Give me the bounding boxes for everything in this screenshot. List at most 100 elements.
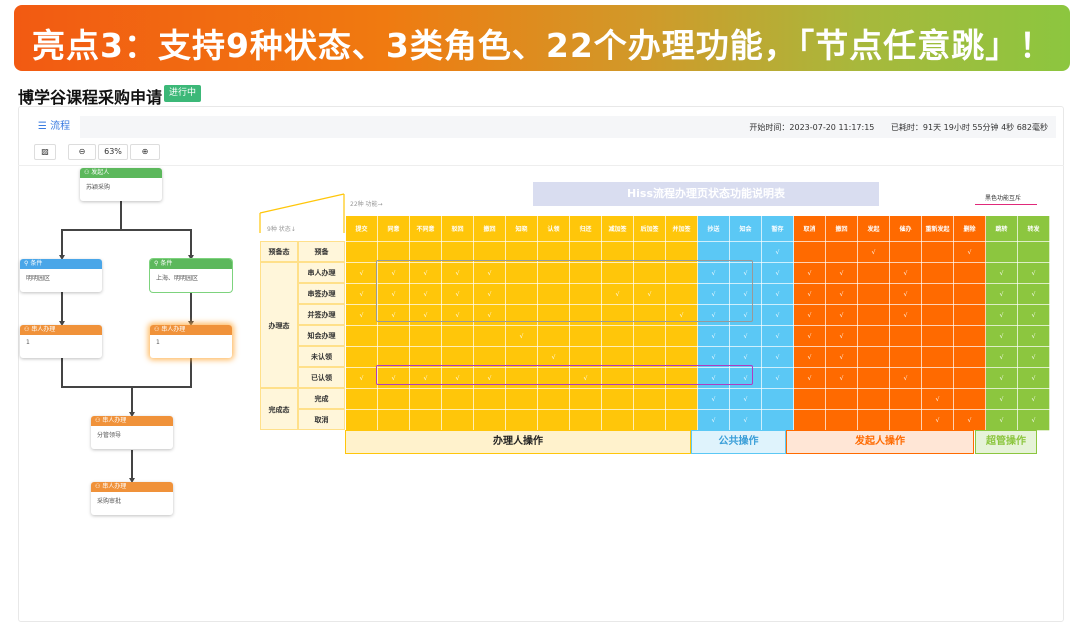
matrix-cell <box>633 325 666 347</box>
flow-node-condition[interactable]: ⚲ 条件 上海、明明园区 <box>150 259 232 292</box>
column-header: 归还 <box>569 215 602 242</box>
matrix-cell: √ <box>985 367 1018 389</box>
matrix-cell <box>953 346 986 368</box>
matrix-cell <box>857 346 890 368</box>
matrix-cell <box>601 409 634 431</box>
matrix-cell <box>985 241 1018 263</box>
column-header: 知晓 <box>505 215 538 242</box>
flow-line <box>61 229 192 231</box>
matrix-cell: √ <box>825 304 858 326</box>
matrix-cell <box>793 241 826 263</box>
matrix-cell <box>569 409 602 431</box>
matrix-cell: √ <box>985 346 1018 368</box>
matrix-cell <box>569 388 602 410</box>
matrix-cell: √ <box>953 409 986 431</box>
tab-flow[interactable]: ☰ 流程 <box>28 116 80 138</box>
matrix-cell: √ <box>985 325 1018 347</box>
row-label: 预备 <box>298 241 345 262</box>
column-header: 并加签 <box>665 215 698 242</box>
column-header: 删除 <box>953 215 986 242</box>
node-body: 1 <box>156 339 160 346</box>
matrix-cell <box>953 367 986 389</box>
flow-line <box>61 229 63 257</box>
matrix-title: Hiss流程办理页状态功能说明表 <box>533 182 879 206</box>
matrix-cell <box>441 325 474 347</box>
flow-node-task[interactable]: ⚇ 串人办理 分管领导 <box>91 416 173 449</box>
zoom-in-icon[interactable]: ⊕ <box>130 144 160 160</box>
matrix-cell: √ <box>793 304 826 326</box>
matrix-cell <box>857 304 890 326</box>
flow-line <box>190 292 192 323</box>
matrix-cell <box>537 325 570 347</box>
status-badge: 进行中 <box>164 85 202 102</box>
column-header: 不同意 <box>409 215 442 242</box>
zoom-out-icon[interactable]: ⊖ <box>68 144 96 160</box>
matrix-cell: √ <box>985 283 1018 305</box>
flow-line <box>190 358 192 388</box>
flow-node-task[interactable]: ⚇ 串人办理 1 <box>20 325 102 358</box>
matrix-cell <box>953 283 986 305</box>
matrix-cell <box>473 409 506 431</box>
row-label: 未认领 <box>298 346 345 367</box>
flow-node-condition[interactable]: ⚲ 条件 明明园区 <box>20 259 102 292</box>
matrix-cell <box>441 409 474 431</box>
elapsed-value: 91天 19小时 55分钟 4秒 682毫秒 <box>922 123 1048 132</box>
page-title: 博学谷课程采购申请 <box>18 88 163 107</box>
matrix-cell: √ <box>825 325 858 347</box>
node-body: 上海、明明园区 <box>156 275 199 282</box>
matrix-cell: √ <box>825 283 858 305</box>
time-info: 开始时间：2023-07-20 11:17:15 已耗时：91天 19小时 55… <box>735 122 1048 133</box>
matrix-cell <box>473 388 506 410</box>
matrix-cell: √ <box>729 409 762 431</box>
flow-line <box>61 292 63 323</box>
matrix-cell: √ <box>1017 283 1050 305</box>
matrix-cell <box>441 388 474 410</box>
matrix-cell <box>825 241 858 263</box>
flow-node-task[interactable]: ⚇ 串人办理 采购审批 <box>91 482 173 515</box>
flow-line <box>190 229 192 257</box>
matrix-cell: √ <box>793 262 826 284</box>
node-header: ⚇ 串人办理 <box>20 325 102 335</box>
group-label: 完成态 <box>260 388 298 430</box>
matrix-cell: √ <box>793 283 826 305</box>
matrix-cell: √ <box>985 409 1018 431</box>
matrix-cell <box>409 325 442 347</box>
highlight-box <box>376 260 753 322</box>
matrix-cell <box>345 325 378 347</box>
matrix-cell <box>601 325 634 347</box>
group-label: 办理态 <box>260 262 298 388</box>
role-footer-label: 超管操作 <box>975 430 1037 454</box>
column-header: 暂存 <box>761 215 794 242</box>
column-header: 知会 <box>729 215 762 242</box>
matrix-cell: √ <box>729 325 762 347</box>
matrix-cell <box>857 325 890 347</box>
flow-node-initiator[interactable]: ⚇ 发起人 苏颖采购 <box>80 168 162 201</box>
matrix-cell: √ <box>793 346 826 368</box>
matrix-cell: √ <box>761 304 794 326</box>
row-label: 串签办理 <box>298 283 345 304</box>
matrix-cell: √ <box>857 241 890 263</box>
matrix-cell <box>921 241 954 263</box>
matrix-cell: √ <box>697 325 730 347</box>
flow-icon: ☰ <box>37 121 51 132</box>
matrix-cell <box>921 304 954 326</box>
matrix-cell <box>345 409 378 431</box>
matrix-cell <box>537 388 570 410</box>
matrix-cell: √ <box>729 388 762 410</box>
matrix-cell: √ <box>825 346 858 368</box>
column-header: 驳回 <box>441 215 474 242</box>
column-header: 认领 <box>537 215 570 242</box>
flow-node-task-active[interactable]: ⚇ 串人办理 1 <box>150 325 232 358</box>
role-footer-label: 发起人操作 <box>786 430 974 454</box>
matrix-cell <box>569 325 602 347</box>
column-header: 撤回 <box>825 215 858 242</box>
matrix-cell <box>505 409 538 431</box>
matrix-cell: √ <box>1017 262 1050 284</box>
column-header: 后加签 <box>633 215 666 242</box>
image-icon[interactable]: ▨ <box>34 144 56 160</box>
matrix-cell: √ <box>793 325 826 347</box>
matrix-cell: √ <box>761 346 794 368</box>
zoom-level: 63% <box>98 144 128 160</box>
matrix-cell: √ <box>825 367 858 389</box>
matrix-cell: √ <box>345 367 378 389</box>
